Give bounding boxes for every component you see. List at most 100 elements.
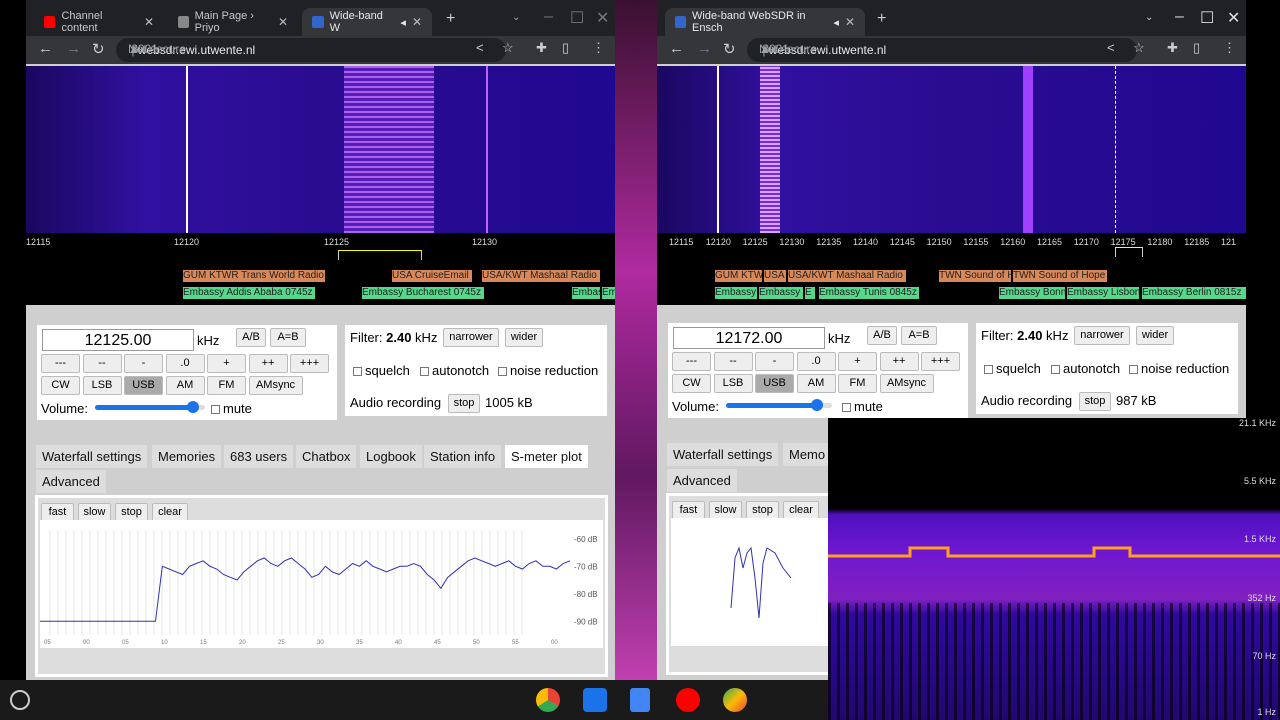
- reload-icon[interactable]: ↻: [92, 40, 105, 58]
- tab-search-icon[interactable]: ⌄: [512, 12, 520, 23]
- share-icon[interactable]: <: [1107, 40, 1115, 55]
- station-label[interactable]: GUM KTW: [715, 270, 762, 282]
- tab-websdr[interactable]: Wide-band WebSDR in Ensch ◂ ✕: [665, 8, 865, 36]
- step-button[interactable]: ---: [41, 354, 80, 373]
- chrome-icon[interactable]: [536, 688, 560, 712]
- new-tab-button[interactable]: +: [877, 10, 886, 28]
- close-icon[interactable]: ✕: [845, 15, 855, 29]
- close-window-button[interactable]: ✕: [1227, 8, 1240, 28]
- tab-waterfall-settings[interactable]: Waterfall settings: [667, 443, 779, 466]
- station-label[interactable]: Embassy B: [759, 287, 803, 299]
- extensions-icon[interactable]: ✚: [536, 40, 547, 56]
- autonotch-checkbox[interactable]: autonotch: [420, 363, 489, 378]
- noise-reduction-checkbox[interactable]: noise reduction: [498, 363, 598, 378]
- mode-button-amsync[interactable]: AMsync: [879, 374, 934, 393]
- side-panel-icon[interactable]: ▯: [1193, 40, 1200, 56]
- close-window-button[interactable]: ✕: [596, 8, 609, 28]
- step-button[interactable]: +++: [290, 354, 329, 373]
- close-icon[interactable]: ✕: [144, 15, 154, 29]
- station-label[interactable]: Embassy Tunis 0845z: [819, 287, 919, 299]
- youtube-icon[interactable]: [676, 688, 700, 712]
- tab-advanced[interactable]: Advanced: [667, 469, 737, 492]
- maximize-button[interactable]: ☐: [1200, 8, 1214, 28]
- frequency-scale[interactable]: 12115 12120 12125 12130 12135 12140 12145 12150…: [657, 233, 1246, 305]
- back-icon[interactable]: ←: [669, 40, 684, 57]
- minimize-button[interactable]: –: [544, 8, 553, 26]
- volume-slider[interactable]: [95, 401, 205, 413]
- star-icon[interactable]: ☆: [1133, 40, 1145, 56]
- docs-icon[interactable]: [630, 688, 650, 712]
- minimize-button[interactable]: –: [1175, 8, 1184, 26]
- wider-button[interactable]: wider: [1136, 326, 1174, 345]
- narrower-button[interactable]: narrower: [443, 328, 499, 347]
- tab-memories[interactable]: Memories: [152, 445, 222, 468]
- forward-icon[interactable]: →: [697, 40, 712, 57]
- station-label[interactable]: TWN Sound of Hope: [1013, 270, 1107, 282]
- step-button[interactable]: ---: [672, 352, 711, 371]
- step-button[interactable]: --: [82, 354, 122, 373]
- back-icon[interactable]: ←: [38, 40, 53, 57]
- station-label[interactable]: Embassy Berlin 0815z: [1142, 287, 1246, 299]
- squelch-checkbox[interactable]: squelch: [353, 363, 410, 378]
- station-label[interactable]: Embassy Lisbon: [1067, 287, 1139, 299]
- side-panel-icon[interactable]: ▯: [562, 40, 569, 56]
- mode-button-cw[interactable]: CW: [672, 374, 711, 393]
- mode-button-usb[interactable]: USB: [124, 376, 163, 395]
- station-label[interactable]: Embas: [572, 287, 600, 299]
- mode-button-am[interactable]: AM: [165, 376, 205, 395]
- star-icon[interactable]: ☆: [502, 40, 514, 56]
- ab-button[interactable]: A/B: [236, 328, 266, 347]
- tab-station-info[interactable]: Station info: [424, 445, 502, 468]
- share-icon[interactable]: <: [476, 40, 484, 55]
- volume-slider[interactable]: [726, 399, 832, 411]
- mute-checkbox[interactable]: mute: [842, 399, 883, 414]
- launcher-icon[interactable]: [10, 690, 30, 710]
- station-label[interactable]: Embassy Bucharest 0745z: [362, 287, 484, 299]
- new-tab-button[interactable]: +: [446, 10, 455, 28]
- station-label[interactable]: USA: [764, 270, 786, 282]
- mode-button-fm[interactable]: FM: [838, 374, 877, 393]
- tab-channel-content[interactable]: Channel content ✕: [34, 8, 164, 36]
- step-button[interactable]: +++: [921, 352, 960, 371]
- waterfall[interactable]: [657, 66, 1246, 233]
- frequency-input[interactable]: 12125.00: [42, 329, 194, 351]
- step-button[interactable]: .0: [165, 354, 205, 373]
- station-label[interactable]: USA/KWT Mashaal Radio: [788, 270, 906, 282]
- tab-advanced[interactable]: Advanced: [36, 470, 106, 493]
- mute-checkbox[interactable]: mute: [211, 401, 252, 416]
- station-label[interactable]: Embassy Addis Ababa 0745z: [183, 287, 315, 299]
- step-button[interactable]: ++: [879, 352, 919, 371]
- passband-indicator[interactable]: [1115, 247, 1143, 257]
- tab-logbook[interactable]: Logbook: [360, 445, 422, 468]
- autonotch-checkbox[interactable]: autonotch: [1051, 361, 1120, 376]
- files-icon[interactable]: [583, 688, 607, 712]
- frequency-input[interactable]: 12172.00: [673, 327, 825, 349]
- reload-icon[interactable]: ↻: [723, 40, 736, 58]
- mode-button-am[interactable]: AM: [796, 374, 836, 393]
- step-button[interactable]: --: [713, 352, 753, 371]
- narrower-button[interactable]: narrower: [1074, 326, 1130, 345]
- frequency-scale[interactable]: 12115 12120 12125 12130 GUM KTWR Trans W…: [26, 233, 615, 305]
- close-icon[interactable]: ✕: [412, 15, 422, 29]
- maximize-button[interactable]: ☐: [570, 8, 584, 28]
- tab-main-page[interactable]: Main Page › Priyo ✕: [168, 8, 298, 36]
- tab-683-users[interactable]: 683 users: [224, 445, 294, 468]
- step-button[interactable]: +: [838, 352, 877, 371]
- mode-button-fm[interactable]: FM: [207, 376, 246, 395]
- address-bar[interactable]: ▲ Not secure | websdr.ewi.utwente.nl:890…: [747, 38, 1137, 62]
- tab-websdr[interactable]: Wide-band W ◂ ✕: [302, 8, 432, 36]
- station-label[interactable]: USA/KWT Mashaal Radio: [482, 270, 600, 282]
- a-equals-b-button[interactable]: A=B: [901, 326, 937, 345]
- station-label[interactable]: TWN Sound of H: [939, 270, 1011, 282]
- ab-button[interactable]: A/B: [867, 326, 897, 345]
- stop-recording-button[interactable]: stop: [1079, 392, 1111, 411]
- station-label[interactable]: Embassy Bonn: [999, 287, 1065, 299]
- mode-button-cw[interactable]: CW: [41, 376, 80, 395]
- address-bar[interactable]: ▲ Not secure | websdr.ewi.utwente.nl:890…: [116, 38, 506, 62]
- play-store-icon[interactable]: [723, 688, 747, 712]
- step-button[interactable]: -: [124, 354, 163, 373]
- station-label[interactable]: Embassy: [715, 287, 757, 299]
- mode-button-lsb[interactable]: LSB: [713, 374, 753, 393]
- tab-memories[interactable]: Memo: [783, 443, 832, 466]
- forward-icon[interactable]: →: [66, 40, 81, 57]
